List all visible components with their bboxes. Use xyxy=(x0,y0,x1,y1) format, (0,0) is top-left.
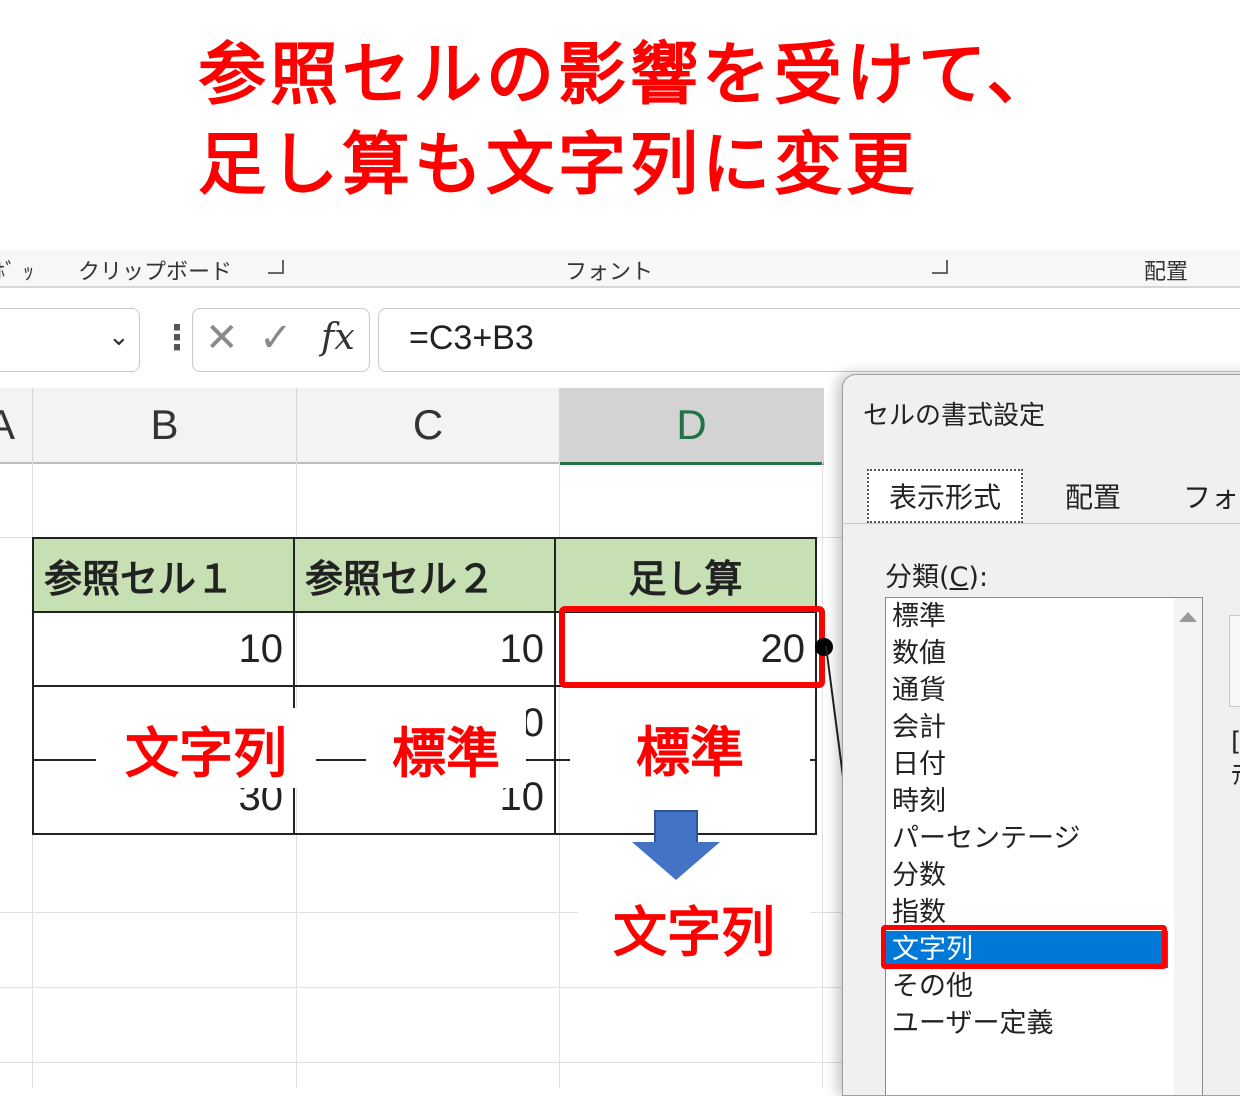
headline-line-2: 足し算も文字列に変更 xyxy=(198,126,919,205)
scroll-up-icon[interactable] xyxy=(1179,612,1197,622)
category-label: 分類(C): xyxy=(885,562,989,593)
list-item[interactable]: 通貨 xyxy=(892,672,946,709)
format-label-d: 標準 xyxy=(570,700,810,795)
dialog-cut-text: [ﾃ xyxy=(1231,725,1240,793)
row-gridline xyxy=(0,1062,850,1063)
list-item[interactable]: 分数 xyxy=(892,857,946,894)
format-cells-dialog: セルの書式設定 表示形式 配置 フォン 分類(C): 標準 数値 通貨 会計 日… xyxy=(842,374,1240,1096)
down-arrow-icon xyxy=(654,810,698,844)
cell-d2[interactable]: 足し算 xyxy=(554,537,817,613)
connector-dot xyxy=(815,638,833,656)
result-cell-highlight xyxy=(559,606,825,688)
tab-font[interactable]: フォン xyxy=(1183,469,1240,523)
column-gridline xyxy=(822,462,823,1088)
column-header-d[interactable]: D xyxy=(560,388,824,465)
ribbon-group-labels: ﾎﾞ ｯ クリップボード フォント 配置 xyxy=(0,250,1240,288)
list-item[interactable]: ユーザー定義 xyxy=(892,1005,1053,1042)
headline-line-1: 参照セルの影響を受けて、 xyxy=(198,36,1059,115)
cancel-icon[interactable]: ✕ xyxy=(205,315,239,361)
list-scrollbar[interactable] xyxy=(1174,598,1202,1095)
table-header-row: 参照セル１ 参照セル２ 足し算 xyxy=(32,537,817,613)
ribbon-group-font: フォント xyxy=(565,260,654,285)
list-item[interactable]: 時刻 xyxy=(892,783,946,820)
formula-text: =C3+B3 xyxy=(409,319,534,357)
cell-b2[interactable]: 参照セル１ xyxy=(32,537,295,613)
format-label-c: 標準 xyxy=(366,708,526,788)
list-item[interactable]: 数値 xyxy=(892,635,946,672)
formula-input[interactable]: =C3+B3 xyxy=(378,308,1240,372)
column-header-b[interactable]: B xyxy=(33,388,297,464)
row-gridline xyxy=(0,987,850,988)
dialog-launcher-icon[interactable] xyxy=(268,260,284,274)
list-item[interactable]: その他 xyxy=(892,968,973,1005)
insert-function-icon[interactable]: fx xyxy=(321,317,355,358)
list-item[interactable]: 会計 xyxy=(892,709,946,746)
chevron-down-icon[interactable]: ⌄ xyxy=(108,322,130,352)
cell-c2[interactable]: 参照セル２ xyxy=(293,537,556,613)
down-arrow-head xyxy=(632,842,720,880)
tab-alignment[interactable]: 配置 xyxy=(1039,469,1147,523)
dialog-title: セルの書式設定 xyxy=(863,401,1046,431)
formula-bar: ⌄ ⋮ ✕ ✓ fx =C3+B3 xyxy=(0,288,1240,388)
ribbon-group-label: ﾎﾞ ｯ xyxy=(0,260,34,285)
column-header-a[interactable]: A xyxy=(0,388,33,464)
format-label-result: 文字列 xyxy=(578,880,810,975)
list-item[interactable]: 標準 xyxy=(892,598,946,635)
selected-category-highlight xyxy=(881,925,1167,969)
enter-icon[interactable]: ✓ xyxy=(259,315,293,361)
cell-b3[interactable]: 10 xyxy=(32,611,295,687)
tab-number[interactable]: 表示形式 xyxy=(867,469,1023,523)
category-listbox[interactable]: 標準 数値 通貨 会計 日付 時刻 パーセンテージ 分数 指数 文字列 その他 … xyxy=(885,597,1203,1095)
format-label-b: 文字列 xyxy=(96,708,316,788)
cell-c3[interactable]: 10 xyxy=(293,611,556,687)
more-options-icon[interactable]: ⋮ xyxy=(160,318,194,358)
list-item[interactable]: パーセンテージ xyxy=(892,820,1080,857)
dialog-launcher-icon[interactable] xyxy=(932,260,948,274)
tab-divider xyxy=(843,523,1240,524)
sample-preview xyxy=(1229,615,1240,707)
list-item[interactable]: 日付 xyxy=(892,746,946,783)
ribbon-group-alignment: 配置 xyxy=(1144,260,1189,285)
column-header-c[interactable]: C xyxy=(297,388,560,464)
ribbon-group-clipboard: クリップボード xyxy=(78,260,233,285)
formula-buttons: ✕ ✓ fx xyxy=(192,308,370,372)
